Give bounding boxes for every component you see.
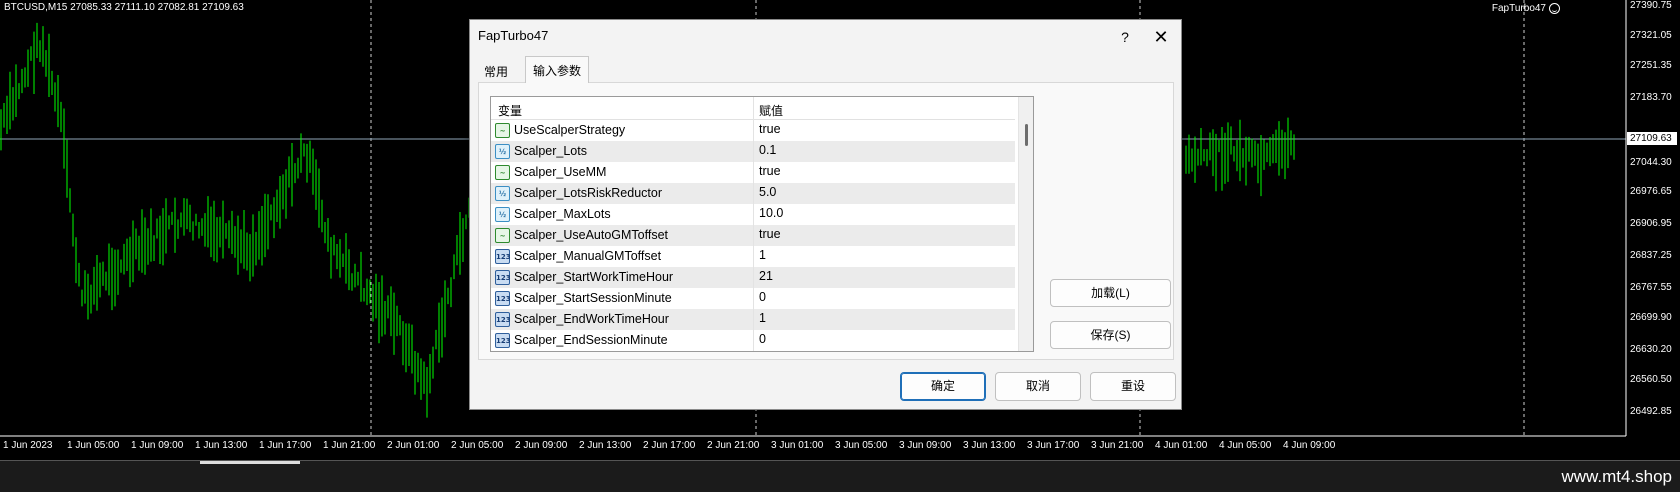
column-divider[interactable] [753, 97, 754, 351]
price-tick-label: 26837.25 [1630, 250, 1672, 261]
time-tick-label: 3 Jun 01:00 [771, 440, 824, 451]
time-tick-label: 1 Jun 2023 [3, 440, 53, 451]
price-tick-label: 27251.35 [1630, 60, 1672, 71]
tab-common[interactable]: 常用 [477, 58, 515, 82]
price-tick-label: 27044.30 [1630, 157, 1672, 168]
price-tick-label: 27390.75 [1630, 0, 1672, 11]
parameter-name: Scalper_LotsRiskReductor [514, 186, 662, 200]
scroll-thumb[interactable] [1025, 124, 1028, 146]
price-tick-label: 26976.65 [1630, 186, 1672, 197]
parameter-value[interactable]: 0.1 [759, 143, 776, 157]
expert-advisor-label[interactable]: FapTurbo47 [1492, 3, 1560, 14]
chart-symbol-header: BTCUSD,M15 27085.33 27111.10 27082.81 27… [4, 2, 244, 13]
time-tick-label: 2 Jun 17:00 [643, 440, 696, 451]
parameter-name: Scalper_Lots [514, 144, 587, 158]
watermark: www.mt4.shop [1561, 467, 1672, 486]
chart-tab-indicator[interactable] [200, 461, 300, 464]
tab-input-parameters[interactable]: 输入参数 [525, 56, 590, 83]
close-icon[interactable]: ✕ [1146, 22, 1176, 52]
help-button[interactable]: ? [1110, 22, 1140, 52]
bottom-bar: www.mt4.shop [0, 460, 1680, 492]
load-button[interactable]: 加载(L) [1050, 279, 1171, 307]
save-button[interactable]: 保存(S) [1050, 321, 1171, 349]
time-tick-label: 3 Jun 13:00 [963, 440, 1016, 451]
tab-panel: 变量 赋值 ~ UseScalperStrategy true ½ Scalper_Lo… [478, 82, 1174, 360]
parameter-value[interactable]: 21 [759, 269, 773, 283]
parameter-name: Scalper_UseMM [514, 165, 607, 179]
parameter-value[interactable]: 0 [759, 332, 766, 346]
int-icon: 123 [495, 249, 511, 264]
parameter-value[interactable]: true [759, 164, 781, 178]
parameter-value[interactable]: 0 [759, 290, 766, 304]
price-tick-label: 26906.95 [1630, 218, 1672, 229]
time-tick-label: 4 Jun 01:00 [1155, 440, 1208, 451]
time-tick-label: 4 Jun 09:00 [1283, 440, 1336, 451]
double-icon: ½ [495, 207, 510, 222]
parameter-name: Scalper_ManualGMToffset [514, 249, 662, 263]
parameter-value[interactable]: 1 [759, 311, 766, 325]
time-tick-label: 1 Jun 17:00 [259, 440, 312, 451]
parameter-name: Scalper_UseAutoGMToffset [514, 228, 669, 242]
time-tick-label: 3 Jun 05:00 [835, 440, 888, 451]
double-icon: ½ [495, 186, 510, 201]
time-tick-label: 2 Jun 21:00 [707, 440, 760, 451]
ea-properties-dialog: FapTurbo47 ? ✕ 常用 输入参数 变量 赋值 ~ UseScalper… [469, 19, 1182, 410]
parameter-grid: 变量 赋值 ~ UseScalperStrategy true ½ Scalper_Lo… [490, 96, 1034, 352]
time-tick-label: 3 Jun 09:00 [899, 440, 952, 451]
parameter-name: Scalper_StartWorkTimeHour [514, 270, 674, 284]
current-price-label: 27109.63 [1627, 132, 1677, 145]
dialog-title: FapTurbo47 [478, 28, 549, 43]
time-tick-label: 2 Jun 05:00 [451, 440, 504, 451]
bool-icon: ~ [495, 165, 510, 180]
expert-advisor-name: FapTurbo47 [1491, 3, 1546, 14]
time-tick-label: 1 Jun 21:00 [323, 440, 376, 451]
price-tick-label: 27321.05 [1630, 30, 1672, 41]
price-tick-label: 26767.55 [1630, 282, 1672, 293]
int-icon: 123 [495, 291, 511, 306]
double-icon: ½ [495, 144, 510, 159]
parameter-value[interactable]: 10.0 [759, 206, 783, 220]
parameter-value[interactable]: true [759, 227, 781, 241]
price-tick-label: 26492.85 [1630, 406, 1672, 417]
int-icon: 123 [495, 270, 511, 285]
vertical-scrollbar[interactable] [1018, 97, 1033, 351]
ok-button[interactable]: 确定 [900, 372, 986, 401]
cancel-button[interactable]: 取消 [995, 372, 1081, 401]
parameter-name: UseScalperStrategy [514, 123, 626, 137]
parameter-name: Scalper_StartSessionMinute [514, 291, 672, 305]
int-icon: 123 [495, 333, 511, 348]
parameter-name: Scalper_EndSessionMinute [514, 333, 668, 347]
parameter-value[interactable]: true [759, 122, 781, 136]
time-tick-label: 2 Jun 01:00 [387, 440, 440, 451]
bool-icon: ~ [495, 123, 510, 138]
time-tick-label: 3 Jun 21:00 [1091, 440, 1144, 451]
parameter-name: Scalper_MaxLots [514, 207, 611, 221]
time-tick-label: 3 Jun 17:00 [1027, 440, 1080, 451]
reset-button[interactable]: 重设 [1090, 372, 1176, 401]
bool-icon: ~ [495, 228, 510, 243]
time-tick-label: 1 Jun 09:00 [131, 440, 184, 451]
time-tick-label: 2 Jun 13:00 [579, 440, 632, 451]
time-tick-label: 1 Jun 05:00 [67, 440, 120, 451]
parameter-name: Scalper_EndWorkTimeHour [514, 312, 669, 326]
time-tick-label: 1 Jun 13:00 [195, 440, 248, 451]
price-tick-label: 26699.90 [1630, 312, 1672, 323]
price-tick-label: 27183.70 [1630, 92, 1672, 103]
parameter-value[interactable]: 5.0 [759, 185, 776, 199]
int-icon: 123 [495, 312, 511, 327]
time-tick-label: 4 Jun 05:00 [1219, 440, 1272, 451]
price-tick-label: 26560.50 [1630, 374, 1672, 385]
column-header-value[interactable]: 赋值 [759, 102, 783, 119]
time-tick-label: 2 Jun 09:00 [515, 440, 568, 451]
price-tick-label: 26630.20 [1630, 344, 1672, 355]
column-header-variable[interactable]: 变量 [498, 102, 522, 119]
parameter-value[interactable]: 1 [759, 248, 766, 262]
smiley-icon [1549, 3, 1560, 14]
